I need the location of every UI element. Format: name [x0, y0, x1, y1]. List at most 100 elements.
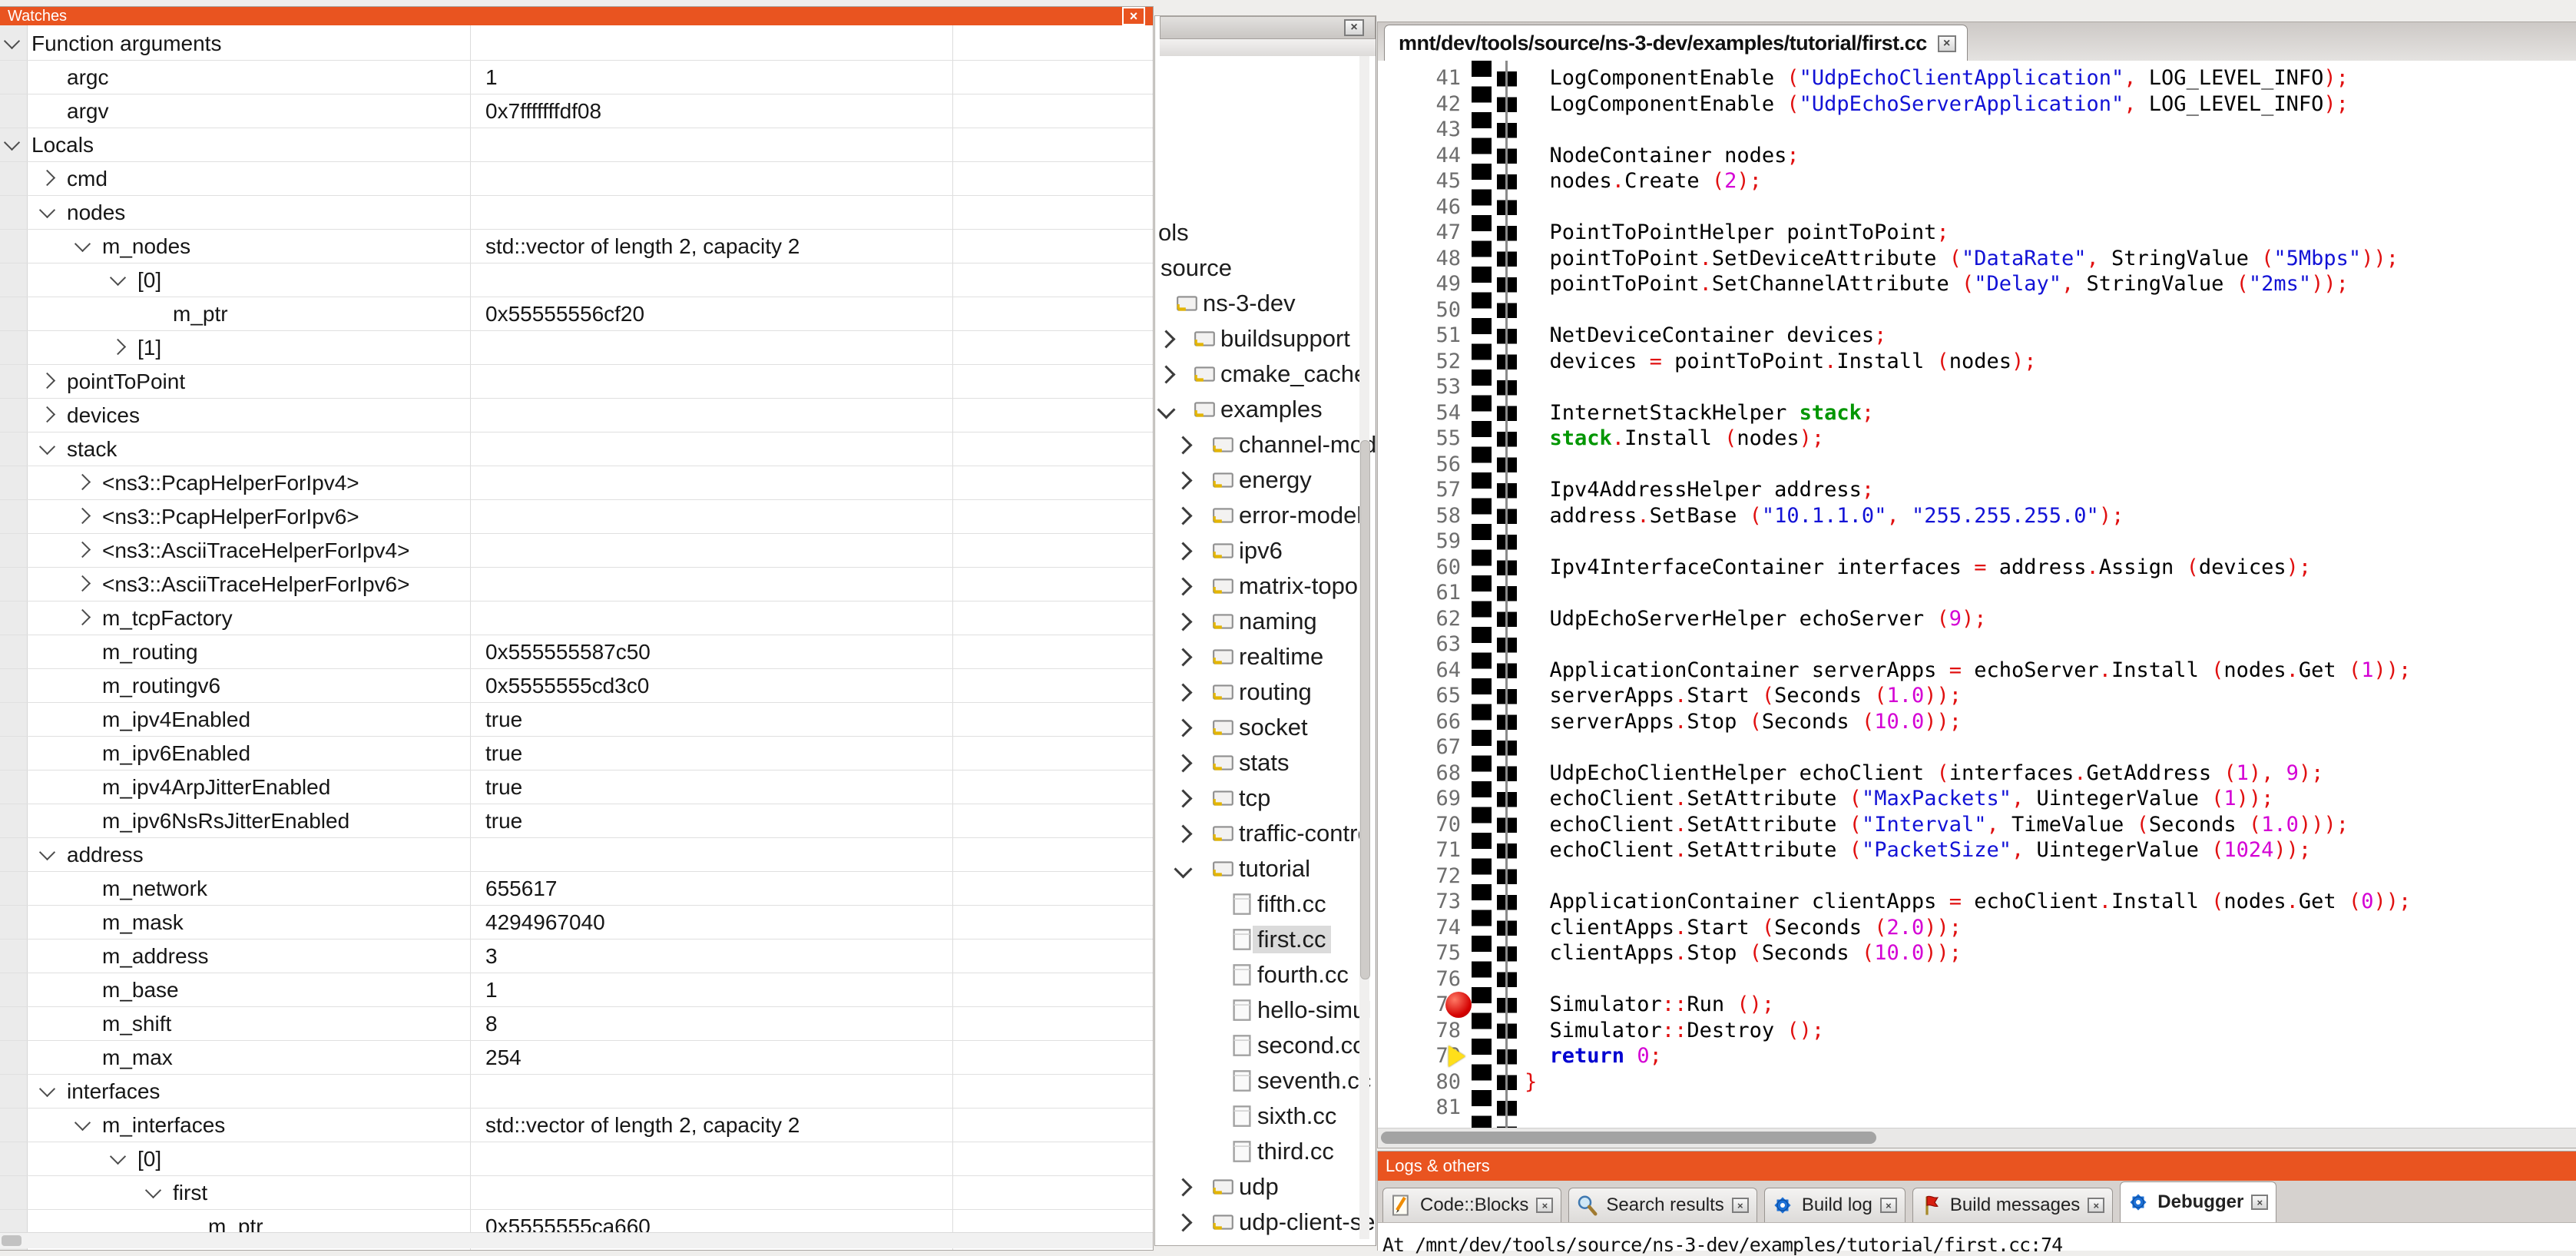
- chevron-right-icon[interactable]: [39, 170, 55, 186]
- line-number[interactable]: 62: [1378, 606, 1461, 632]
- watch-row[interactable]: m_network655617: [0, 871, 1153, 906]
- tree-item-label[interactable]: fifth.cc: [1257, 890, 1326, 918]
- chevron-right-icon[interactable]: [1157, 365, 1175, 383]
- tree-item-ns-3-dev[interactable]: ns-3-dev: [1157, 285, 1359, 320]
- close-icon[interactable]: ×: [1880, 1198, 1897, 1213]
- tree-item-tutorial[interactable]: tutorial: [1157, 850, 1359, 886]
- line-number[interactable]: 60: [1378, 555, 1461, 581]
- tree-item-label[interactable]: stats: [1239, 749, 1289, 777]
- tree-item-routing[interactable]: routing: [1157, 674, 1359, 709]
- tree-item-label[interactable]: first.cc: [1253, 926, 1331, 953]
- tree-item-ols[interactable]: ols: [1157, 214, 1359, 250]
- line-number[interactable]: 59: [1378, 529, 1461, 555]
- watch-row[interactable]: m_ptr0x55555556cf20: [0, 297, 1153, 331]
- breakpoint-icon[interactable]: [1445, 992, 1472, 1018]
- code-line-71[interactable]: 71 echoClient.SetAttribute ("PacketSize"…: [1378, 837, 2576, 863]
- line-number[interactable]: 53: [1378, 374, 1461, 400]
- projects-titlebar[interactable]: ×: [1160, 16, 1376, 39]
- line-number[interactable]: 67: [1378, 734, 1461, 761]
- tree-item-examples[interactable]: examples: [1157, 391, 1359, 426]
- line-number[interactable]: 48: [1378, 246, 1461, 272]
- code-line-42[interactable]: 42 LogComponentEnable ("UdpEchoServerApp…: [1378, 91, 2576, 118]
- tree-item-label[interactable]: tutorial: [1239, 855, 1310, 883]
- chevron-right-icon[interactable]: [110, 339, 126, 355]
- code-line-69[interactable]: 69 echoClient.SetAttribute ("MaxPackets"…: [1378, 786, 2576, 812]
- chevron-right-icon[interactable]: [1174, 1213, 1192, 1231]
- chevron-down-icon[interactable]: [4, 33, 20, 49]
- chevron-right-icon[interactable]: [1174, 683, 1192, 701]
- watch-row[interactable]: m_base1: [0, 973, 1153, 1007]
- line-number[interactable]: 55: [1378, 426, 1461, 452]
- line-number[interactable]: 78: [1378, 1018, 1461, 1044]
- line-number[interactable]: 71: [1378, 837, 1461, 863]
- tree-item-traffic-contro[interactable]: traffic-contro: [1157, 815, 1359, 850]
- code-line-49[interactable]: 49 pointToPoint.SetChannelAttribute ("De…: [1378, 271, 2576, 297]
- chevron-right-icon[interactable]: [74, 474, 91, 490]
- chevron-down-icon[interactable]: [39, 439, 55, 455]
- tree-item-fourth-cc[interactable]: fourth.cc: [1157, 956, 1359, 992]
- line-number[interactable]: 43: [1378, 117, 1461, 143]
- code-line-80[interactable]: 80}: [1378, 1069, 2576, 1095]
- watch-row[interactable]: argc1: [0, 60, 1153, 94]
- chevron-right-icon[interactable]: [74, 609, 91, 625]
- watch-row[interactable]: Function arguments: [0, 26, 1153, 61]
- chevron-right-icon[interactable]: [1174, 718, 1192, 737]
- line-number[interactable]: 69: [1378, 786, 1461, 812]
- line-number[interactable]: 72: [1378, 863, 1461, 890]
- code-line-78[interactable]: 78 Simulator::Destroy ();: [1378, 1018, 2576, 1044]
- code-line-62[interactable]: 62 UdpEchoServerHelper echoServer (9);: [1378, 606, 2576, 632]
- line-number[interactable]: 41: [1378, 65, 1461, 91]
- chevron-down-icon[interactable]: [1157, 400, 1175, 419]
- chevron-right-icon[interactable]: [1174, 471, 1192, 489]
- code-line-56[interactable]: 56: [1378, 452, 2576, 478]
- watch-row[interactable]: devices: [0, 398, 1153, 432]
- tree-item-label[interactable]: matrix-topol: [1239, 572, 1363, 600]
- watch-row[interactable]: [0]: [0, 263, 1153, 297]
- line-number[interactable]: 75: [1378, 940, 1461, 966]
- editor-hscrollbar[interactable]: [1378, 1128, 2576, 1148]
- code-line-63[interactable]: 63: [1378, 631, 2576, 658]
- tree-item-tcp[interactable]: tcp: [1157, 780, 1359, 815]
- tree-item-realtime[interactable]: realtime: [1157, 638, 1359, 674]
- tree-item-third-cc[interactable]: third.cc: [1157, 1133, 1359, 1168]
- chevron-down-icon[interactable]: [74, 1115, 91, 1131]
- code-line-43[interactable]: 43: [1378, 117, 2576, 143]
- line-number[interactable]: 80: [1378, 1069, 1461, 1095]
- line-number[interactable]: 66: [1378, 709, 1461, 735]
- tree-item-label[interactable]: realtime: [1239, 643, 1323, 671]
- line-number[interactable]: 44: [1378, 143, 1461, 169]
- tree-item-label[interactable]: source: [1161, 254, 1232, 282]
- code-line-76[interactable]: 76: [1378, 966, 2576, 993]
- watch-row[interactable]: m_mask4294967040: [0, 905, 1153, 940]
- tree-item-label[interactable]: channel-mod: [1239, 431, 1376, 459]
- code-line-57[interactable]: 57 Ipv4AddressHelper address;: [1378, 477, 2576, 503]
- watch-row[interactable]: <ns3::AsciiTraceHelperForIpv4>: [0, 533, 1153, 568]
- tree-item-socket[interactable]: socket: [1157, 709, 1359, 744]
- chevron-right-icon[interactable]: [1174, 506, 1192, 525]
- editor-tab-first-cc[interactable]: mnt/dev/tools/source/ns-3-dev/examples/t…: [1384, 25, 1968, 61]
- close-icon[interactable]: ×: [1122, 7, 1145, 25]
- watch-row[interactable]: <ns3::PcapHelperForIpv4>: [0, 466, 1153, 500]
- line-number[interactable]: 50: [1378, 297, 1461, 323]
- code-line-51[interactable]: 51 NetDeviceContainer devices;: [1378, 323, 2576, 349]
- code-line-68[interactable]: 68 UdpEchoClientHelper echoClient (inter…: [1378, 761, 2576, 787]
- watch-row[interactable]: stack: [0, 432, 1153, 466]
- tree-item-channel-mod[interactable]: channel-mod: [1157, 426, 1359, 462]
- line-number[interactable]: 54: [1378, 400, 1461, 426]
- line-number[interactable]: 45: [1378, 168, 1461, 194]
- code-line-46[interactable]: 46: [1378, 194, 2576, 220]
- line-number[interactable]: 76: [1378, 966, 1461, 993]
- tree-item-ipv6[interactable]: ipv6: [1157, 532, 1359, 568]
- line-number[interactable]: 70: [1378, 812, 1461, 838]
- chevron-down-icon[interactable]: [74, 236, 91, 252]
- code-line-70[interactable]: 70 echoClient.SetAttribute ("Interval", …: [1378, 812, 2576, 838]
- close-icon[interactable]: ×: [2088, 1198, 2104, 1213]
- tree-item-fifth-cc[interactable]: fifth.cc: [1157, 886, 1359, 921]
- code-line-45[interactable]: 45 nodes.Create (2);: [1378, 168, 2576, 194]
- chevron-right-icon[interactable]: [1174, 1178, 1192, 1196]
- tree-item-label[interactable]: energy: [1239, 466, 1312, 494]
- watch-row[interactable]: interfaces: [0, 1074, 1153, 1109]
- chevron-right-icon[interactable]: [39, 406, 55, 423]
- chevron-right-icon[interactable]: [74, 542, 91, 558]
- watch-row[interactable]: m_routing0x555555587c50: [0, 635, 1153, 669]
